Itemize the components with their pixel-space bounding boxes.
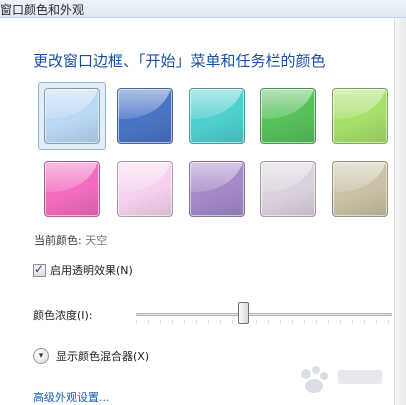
swatch-chip <box>332 161 388 217</box>
slider-thumb[interactable] <box>238 302 250 324</box>
window-title: 窗口颜色和外观 <box>0 3 85 17</box>
swatch-chip <box>189 88 245 144</box>
swatch-chip <box>117 161 173 217</box>
title-bar: 窗口颜色和外观 <box>0 0 406 18</box>
swatch-chip <box>189 161 245 217</box>
checkmark-icon: ✓ <box>34 261 45 276</box>
color-swatch[interactable] <box>326 82 394 150</box>
color-mixer-label: 显示颜色混合器(X) <box>56 350 150 363</box>
color-swatch[interactable] <box>326 155 394 223</box>
current-color-caption: 当前颜色: <box>34 234 82 247</box>
color-intensity-label: 颜色浓度(I): <box>33 309 93 322</box>
color-swatch[interactable] <box>183 155 251 223</box>
transparency-option[interactable]: ✓ 启用透明效果(N) <box>33 261 133 277</box>
swatch-chip <box>332 88 388 144</box>
color-swatch[interactable] <box>38 155 106 223</box>
vertical-scrollbar[interactable] <box>394 18 406 405</box>
color-swatch[interactable] <box>111 82 179 150</box>
swatch-chip <box>44 88 100 144</box>
swatch-chip <box>260 161 316 217</box>
slider-ticks <box>136 320 392 324</box>
color-swatch[interactable] <box>183 82 251 150</box>
color-intensity-slider[interactable] <box>136 313 392 316</box>
advanced-appearance-link[interactable]: 高级外观设置... <box>33 389 110 405</box>
current-color-value: 天空 <box>85 234 108 247</box>
color-swatch[interactable] <box>254 82 322 150</box>
color-mixer-toggle[interactable]: ▾ 显示颜色混合器(X) <box>33 347 149 365</box>
watermark-logo <box>301 366 382 393</box>
swatch-chip <box>260 88 316 144</box>
swatch-chip <box>44 161 100 217</box>
color-swatch[interactable] <box>38 82 106 150</box>
current-color-label: 当前颜色: 天空 <box>34 232 107 248</box>
color-swatch[interactable] <box>254 155 322 223</box>
transparency-label: 启用透明效果(N) <box>50 264 133 277</box>
chevron-down-icon[interactable]: ▾ <box>33 348 49 364</box>
transparency-checkbox[interactable]: ✓ <box>33 261 46 277</box>
swatch-chip <box>117 88 173 144</box>
color-swatch[interactable] <box>111 155 179 223</box>
page-heading: 更改窗口边框、「开始」菜单和任务栏的颜色 <box>33 52 326 70</box>
